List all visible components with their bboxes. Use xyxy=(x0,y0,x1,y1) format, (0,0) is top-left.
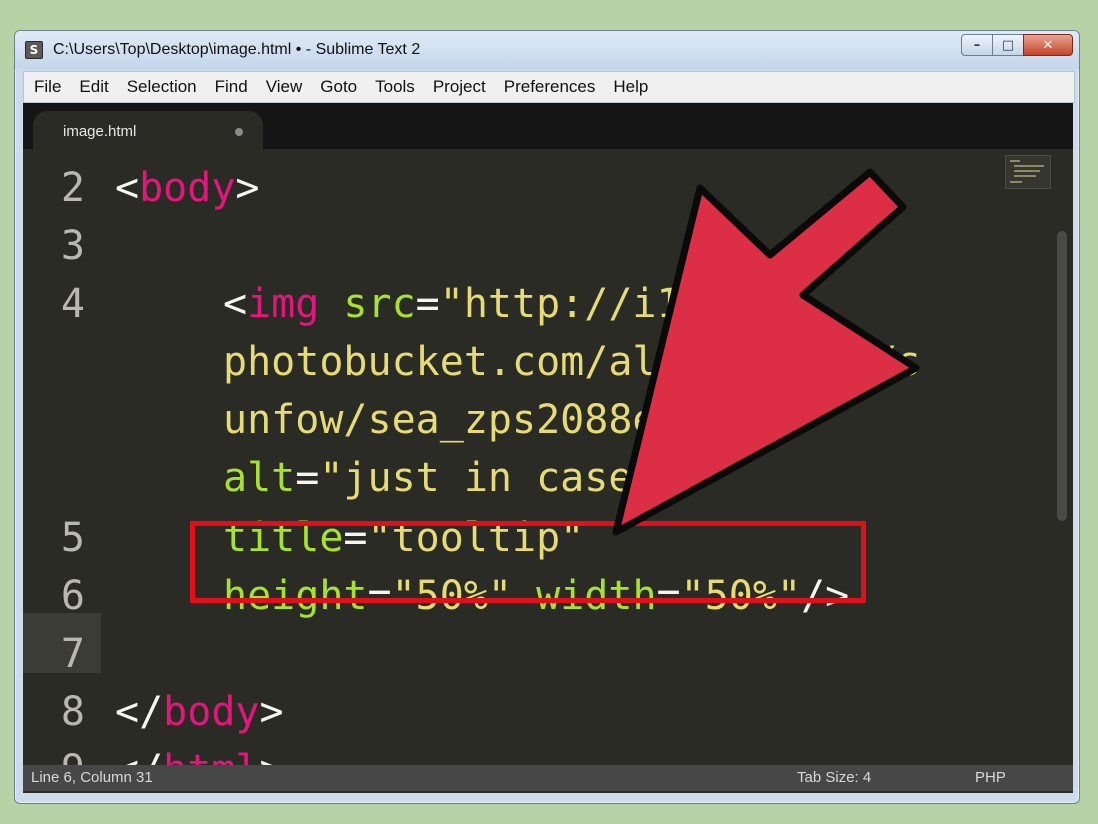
red-arrow-shape xyxy=(612,168,920,536)
red-arrow-annotation xyxy=(612,168,920,536)
